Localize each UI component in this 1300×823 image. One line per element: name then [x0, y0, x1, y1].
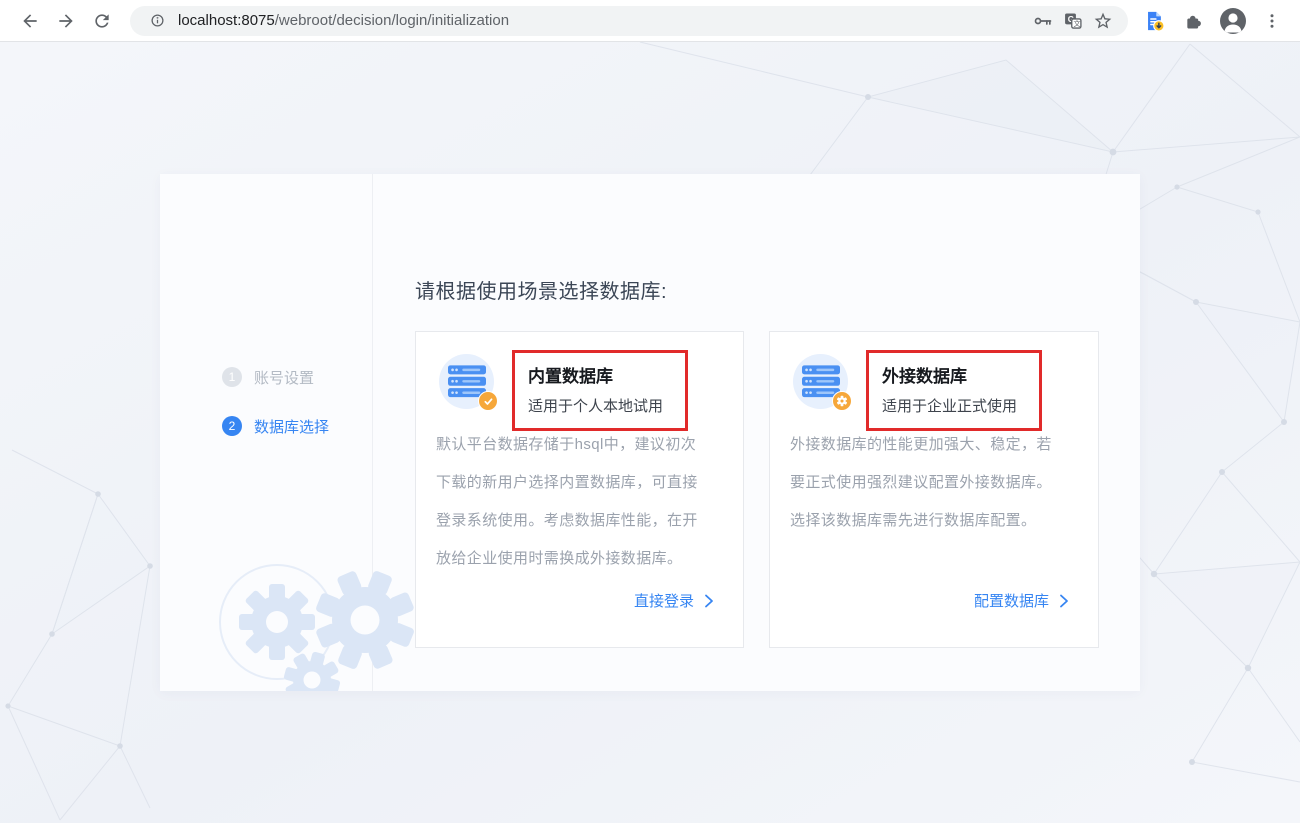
- desc-line: 下载的新用户选择内置数据库，可直接: [436, 474, 698, 491]
- step-2-circle: 2: [222, 416, 242, 436]
- back-icon[interactable]: [12, 3, 48, 39]
- step-database-selection: 2 数据库选择: [222, 416, 329, 436]
- builtin-card-title: 内置数据库: [528, 367, 613, 386]
- external-title-highlight-box: 外接数据库 适用于企业正式使用: [866, 350, 1043, 431]
- initialization-panel: 1 账号设置 2 数据库选择 请根据使用场景选择数据库: 内置数据库 适用于个人…: [160, 174, 1140, 691]
- kebab-menu-icon[interactable]: [1254, 3, 1290, 39]
- document-download-extension-icon[interactable]: [1136, 3, 1172, 39]
- external-card-subtitle: 适用于企业正式使用: [882, 398, 1018, 415]
- step-2-label: 数据库选择: [254, 418, 330, 436]
- builtin-database-card[interactable]: 内置数据库 适用于个人本地试用 默认平台数据存储于hsql中，建议初次 下载的新…: [415, 331, 744, 648]
- direct-login-label: 直接登录: [633, 593, 694, 610]
- info-circle-icon[interactable]: [142, 7, 172, 35]
- reload-icon[interactable]: [84, 3, 120, 39]
- url-text: localhost:8075/webroot/decision/login/in…: [178, 12, 1028, 29]
- url-path: /webroot/decision/login/initialization: [274, 12, 510, 29]
- step-account-settings: 1 账号设置: [222, 367, 329, 387]
- desc-line: 选择该数据库需先进行数据库配置。: [790, 512, 1037, 529]
- database-server-icon: [439, 354, 498, 411]
- wizard-sidebar: 1 账号设置 2 数据库选择: [160, 174, 373, 691]
- external-card-description: 外接数据库的性能更加强大、稳定，若 要正式使用强烈建议配置外接数据库。 选择该数…: [790, 426, 1086, 540]
- desc-line: 要正式使用强烈建议配置外接数据库。: [790, 474, 1052, 491]
- desc-line: 外接数据库的性能更加强大、稳定，若: [790, 436, 1052, 453]
- database-server-icon: [793, 354, 852, 411]
- builtin-title-highlight-box: 内置数据库 适用于个人本地试用: [512, 350, 689, 431]
- svg-text:文: 文: [1074, 19, 1081, 28]
- url-host: localhost:8075: [178, 12, 275, 29]
- gear-circle-icon: [832, 391, 852, 411]
- check-circle-icon: [478, 391, 498, 411]
- configure-database-label: 配置数据库: [973, 593, 1049, 610]
- chevron-right-icon: [705, 594, 713, 607]
- desc-line: 默认平台数据存储于hsql中，建议初次: [436, 436, 697, 453]
- address-bar[interactable]: localhost:8075/webroot/decision/login/in…: [130, 5, 1128, 36]
- external-card-title: 外接数据库: [882, 367, 967, 386]
- bookmark-star-icon[interactable]: [1088, 7, 1118, 35]
- builtin-card-description: 默认平台数据存储于hsql中，建议初次 下载的新用户选择内置数据库，可直接 登录…: [436, 426, 732, 578]
- key-icon[interactable]: [1028, 7, 1058, 35]
- toolbar-right-cluster: [1136, 3, 1290, 39]
- wizard-steps: 1 账号设置 2 数据库选择: [222, 367, 329, 436]
- chevron-right-icon: [1060, 594, 1068, 607]
- direct-login-link[interactable]: 直接登录: [634, 590, 715, 611]
- puzzle-piece-icon[interactable]: [1176, 3, 1212, 39]
- builtin-card-subtitle: 适用于个人本地试用: [528, 398, 664, 415]
- desc-line: 登录系统使用。考虑数据库性能，在开: [436, 512, 698, 529]
- external-database-card[interactable]: 外接数据库 适用于企业正式使用 外接数据库的性能更加强大、稳定，若 要正式使用强…: [769, 331, 1099, 648]
- browser-toolbar: localhost:8075/webroot/decision/login/in…: [0, 0, 1300, 42]
- desc-line: 放给企业使用时需换成外接数据库。: [436, 550, 683, 567]
- page-title: 请根据使用场景选择数据库:: [415, 281, 668, 303]
- page-background: 1 账号设置 2 数据库选择 请根据使用场景选择数据库: 内置数据库 适用于个人…: [0, 42, 1300, 823]
- translate-icon[interactable]: G 文: [1058, 7, 1088, 35]
- profile-avatar-icon[interactable]: [1216, 4, 1250, 38]
- step-1-circle: 1: [222, 367, 242, 387]
- configure-database-link[interactable]: 配置数据库: [974, 590, 1070, 611]
- forward-icon[interactable]: [48, 3, 84, 39]
- step-1-label: 账号设置: [254, 369, 315, 387]
